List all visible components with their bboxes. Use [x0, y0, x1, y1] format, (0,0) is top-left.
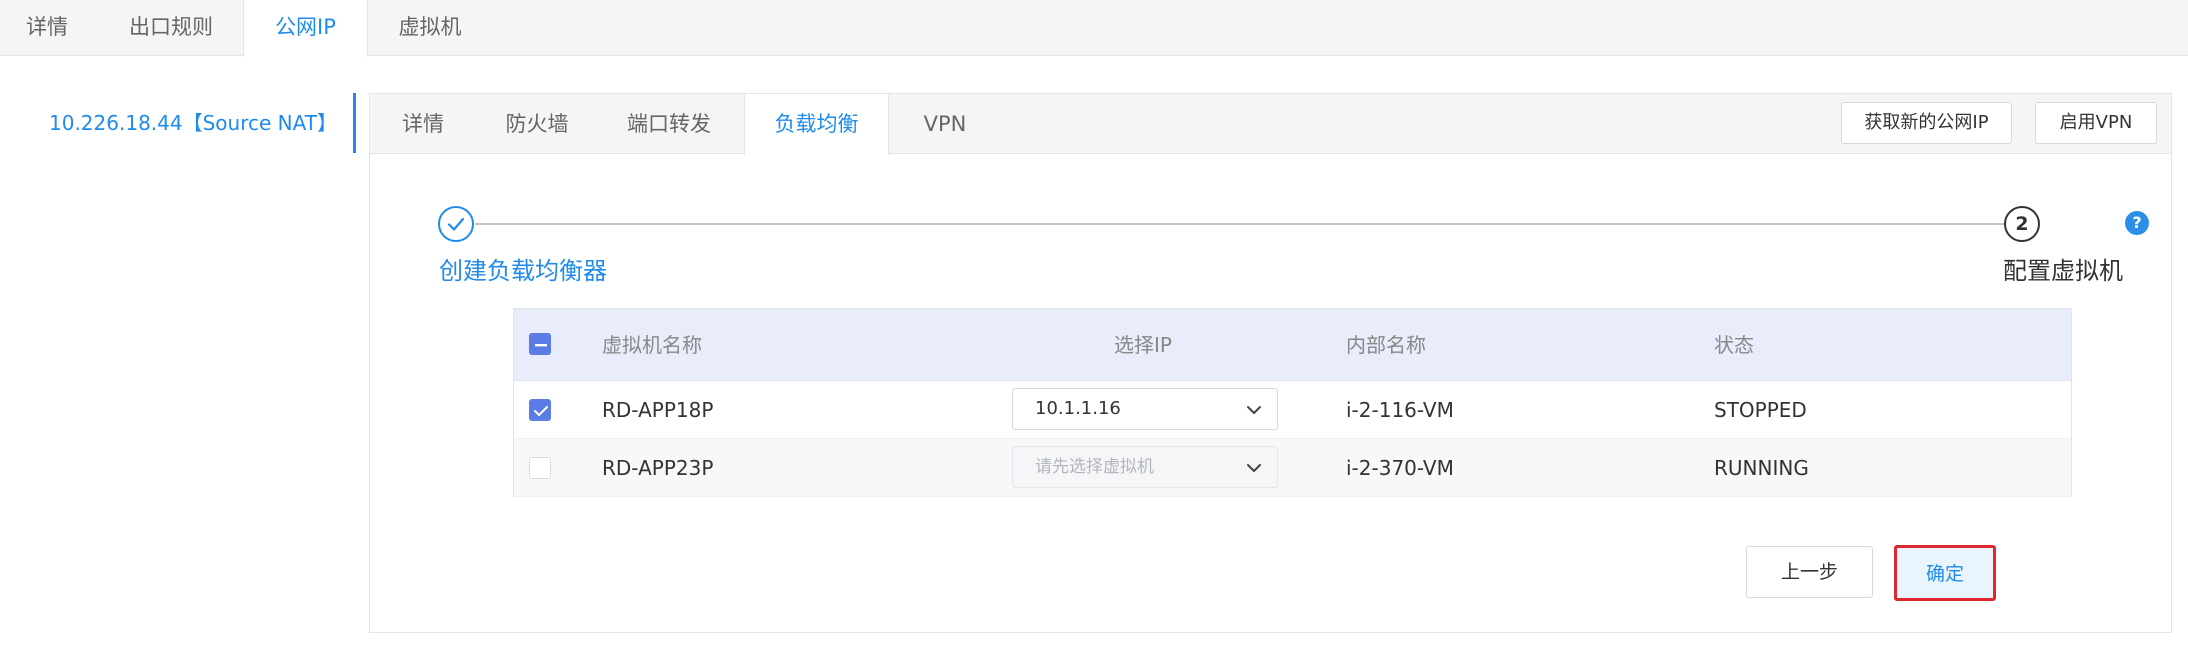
acquire-new-ip-button[interactable]: 获取新的公网IP	[1841, 102, 2012, 144]
select-all-checkbox[interactable]	[529, 333, 551, 355]
tab-details[interactable]: 详情	[0, 0, 94, 56]
subtab-vpn[interactable]: VPN	[890, 94, 1000, 154]
vm-table: 虚拟机名称 选择IP 内部名称 状态 RD-APP18P 10.1.1.16 i…	[513, 308, 2072, 497]
step-2-label: 配置虚拟机	[2003, 257, 2123, 285]
step-2-number: 2	[2004, 206, 2040, 242]
header-status: 状态	[1714, 333, 1754, 357]
ip-select-placeholder: 请先选择虚拟机	[1035, 457, 1154, 477]
table-row: RD-APP18P 10.1.1.16 i-2-116-VM STOPPED	[514, 381, 2071, 439]
step-1-check-icon	[438, 206, 474, 242]
header-select-ip: 选择IP	[1114, 333, 1172, 357]
vm-status: RUNNING	[1714, 456, 1809, 480]
ip-select[interactable]: 10.1.1.16	[1012, 388, 1278, 430]
vm-name: RD-APP23P	[602, 456, 714, 480]
subtab-details[interactable]: 详情	[370, 94, 476, 154]
sub-tab-bar: 详情 防火墙 端口转发 负载均衡 VPN 获取新的公网IP 启用VPN	[370, 94, 2171, 155]
header-internal-name: 内部名称	[1346, 333, 1426, 357]
tab-egress-rules[interactable]: 出口规则	[108, 0, 234, 56]
load-balancer-panel: 详情 防火墙 端口转发 负载均衡 VPN 获取新的公网IP 启用VPN 2 创建…	[369, 93, 2172, 633]
vm-internal-name: i-2-370-VM	[1346, 456, 1454, 480]
previous-step-button[interactable]: 上一步	[1746, 546, 1873, 598]
step-1-label: 创建负载均衡器	[439, 257, 607, 285]
vm-name: RD-APP18P	[602, 398, 714, 422]
header-vm-name: 虚拟机名称	[602, 333, 702, 357]
vm-internal-name: i-2-116-VM	[1346, 398, 1454, 422]
top-tab-bar: 详情 出口规则 公网IP 虚拟机	[0, 0, 2188, 57]
tab-virtual-machines[interactable]: 虚拟机	[380, 0, 480, 56]
tab-public-ip[interactable]: 公网IP	[243, 0, 368, 57]
ip-select[interactable]: 请先选择虚拟机	[1012, 446, 1278, 488]
table-header: 虚拟机名称 选择IP 内部名称 状态	[514, 309, 2071, 381]
step-progress-line	[475, 223, 2018, 225]
ip-select-value: 10.1.1.16	[1035, 398, 1121, 419]
chevron-down-icon	[1247, 464, 1261, 472]
chevron-down-icon	[1247, 406, 1261, 414]
vm-status: STOPPED	[1714, 398, 1807, 422]
help-icon[interactable]: ?	[2125, 211, 2149, 235]
confirm-button[interactable]: 确定	[1894, 545, 1996, 601]
ip-list-item[interactable]: 10.226.18.44【Source NAT】	[0, 93, 356, 153]
subtab-firewall[interactable]: 防火墙	[478, 94, 596, 154]
enable-vpn-button[interactable]: 启用VPN	[2035, 102, 2157, 144]
subtab-load-balancing[interactable]: 负载均衡	[744, 94, 889, 155]
subtab-port-forwarding[interactable]: 端口转发	[598, 94, 740, 154]
row-checkbox[interactable]	[529, 399, 551, 421]
row-checkbox[interactable]	[529, 457, 551, 479]
table-row: RD-APP23P 请先选择虚拟机 i-2-370-VM RUNNING	[514, 439, 2071, 497]
